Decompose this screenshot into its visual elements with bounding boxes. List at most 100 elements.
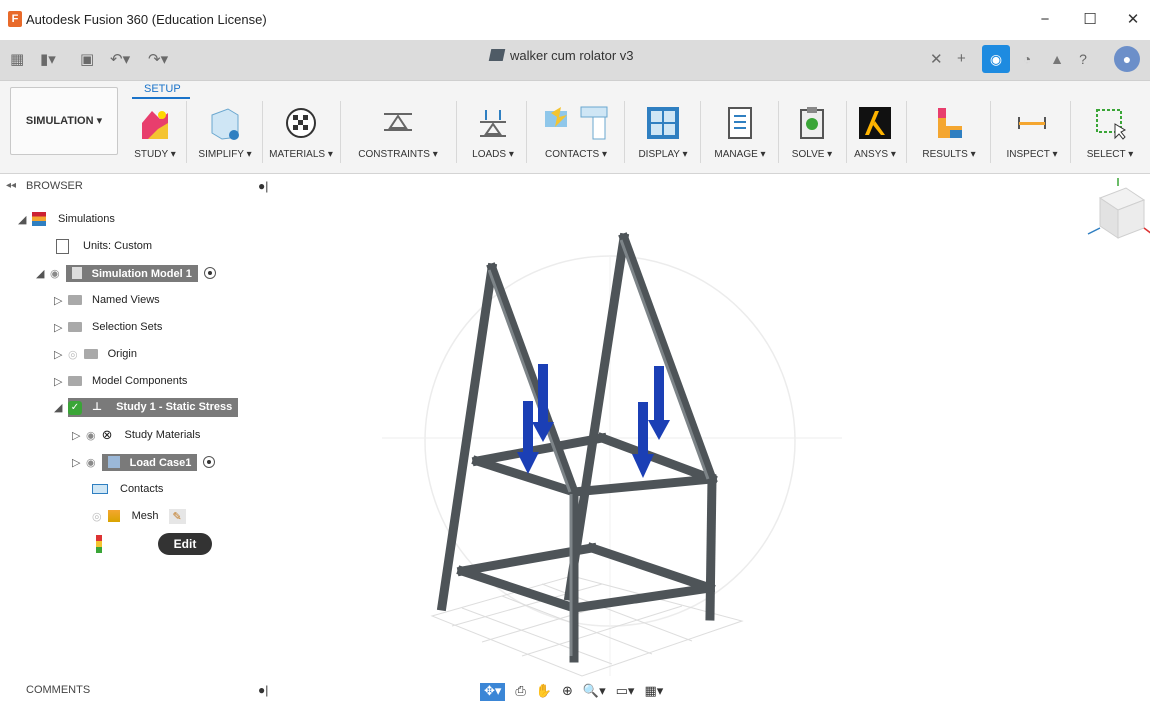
folder-icon (68, 295, 82, 305)
job-status-icon[interactable]: ◔ (1014, 46, 1040, 72)
ansys-icon (859, 107, 891, 139)
display-icon (647, 107, 679, 139)
constraints-icon (384, 113, 412, 131)
expand-triangle-icon[interactable]: ◢ (54, 401, 68, 414)
maximize-button[interactable]: ☐ (1075, 8, 1105, 32)
pan-icon[interactable]: ✋ (536, 683, 552, 701)
visibility-eye-icon[interactable]: ◉ (86, 456, 96, 469)
minimize-button[interactable]: − (1030, 8, 1060, 32)
activate-radio-icon[interactable] (203, 456, 216, 468)
design-file-icon (488, 49, 506, 61)
loads-tool[interactable]: LOADS ▾ (466, 101, 520, 160)
display-settings-icon[interactable]: ▭▾ (616, 683, 635, 701)
zoom-icon[interactable]: ⊕ (562, 683, 573, 701)
contacts-tool[interactable]: CONTACTS ▾ (536, 101, 616, 160)
manage-tool[interactable]: MANAGE ▾ (708, 101, 772, 160)
window-title: Autodesk Fusion 360 (Education License) (26, 12, 267, 27)
browser-title: BROWSER (26, 180, 83, 192)
activate-radio-icon[interactable] (203, 267, 216, 279)
tree-item-results[interactable] (96, 534, 102, 554)
contacts-icon (92, 484, 108, 494)
tree-item-named-views[interactable]: ▷ Named Views (54, 290, 160, 310)
3d-viewport[interactable] (282, 176, 1150, 704)
tree-item-contacts[interactable]: Contacts (92, 479, 163, 499)
file-menu-icon[interactable]: ▮▾ (40, 50, 56, 68)
results-legend-icon (96, 535, 102, 553)
collapse-browser-icon[interactable]: ◂◂ (6, 180, 16, 191)
expand-triangle-icon[interactable]: ◢ (18, 213, 32, 226)
edit-pencil-icon[interactable]: ✎ (168, 508, 186, 524)
comments-pin-icon[interactable]: ●| (258, 683, 268, 697)
constraints-tool[interactable]: CONSTRAINTS ▾ (348, 101, 448, 160)
offline-status-icon[interactable]: ◉ (982, 45, 1010, 73)
workspace-switcher[interactable]: SIMULATION ▾ (10, 87, 118, 155)
close-tab-icon[interactable]: ✕ (930, 50, 943, 68)
expand-triangle-icon[interactable]: ◢ (36, 267, 50, 280)
solve-tool[interactable]: SOLVE ▾ (784, 101, 840, 160)
tree-item-model-components[interactable]: ▷ Model Components (54, 371, 187, 391)
ribbon: SIMULATION ▾ SETUP STUDY ▾ SIMPLIFY ▾ MA… (0, 81, 1150, 174)
simplify-tool[interactable]: SIMPLIFY ▾ (196, 101, 254, 160)
study-icon (142, 111, 168, 139)
ansys-tool[interactable]: ANSYS ▾ (850, 101, 900, 160)
tree-item-units[interactable]: Units: Custom (56, 236, 152, 256)
load-case-icon (107, 455, 120, 468)
walker-frame (436, 232, 718, 663)
notifications-icon[interactable]: ▲ (1044, 46, 1070, 72)
grid-settings-icon[interactable]: ▦▾ (644, 683, 663, 701)
model-icon (71, 266, 82, 279)
solve-icon (800, 107, 824, 139)
visibility-eye-icon[interactable]: ◉ (50, 267, 60, 280)
expand-triangle-icon[interactable]: ▷ (54, 321, 68, 334)
tree-item-mesh[interactable]: ◎ Mesh ✎ (92, 506, 186, 526)
expand-triangle-icon[interactable]: ▷ (72, 429, 86, 442)
expand-triangle-icon[interactable]: ▷ (54, 294, 68, 307)
results-tool[interactable]: RESULTS ▾ (916, 101, 982, 160)
navigation-bar: ✥▾ ⎙ ✋ ⊕ 🔍▾ ▭▾ ▦▾ (480, 683, 663, 701)
title-bar: F Autodesk Fusion 360 (Education License… (0, 0, 1150, 40)
zoom-window-icon[interactable]: 🔍▾ (583, 683, 606, 701)
materials-icon: ⊗ (101, 427, 113, 442)
hidden-eye-icon[interactable]: ◎ (92, 510, 102, 523)
tree-item-study-1[interactable]: ◢ ✓ ⊥ Study 1 - Static Stress (54, 397, 239, 417)
display-tool[interactable]: DISPLAY ▾ (632, 101, 694, 160)
undo-icon[interactable]: ↶▾ (110, 50, 130, 68)
units-icon (56, 238, 69, 254)
folder-icon (68, 322, 82, 332)
document-tab[interactable]: walker cum rolator v3 (488, 48, 634, 63)
orbit-tool-icon[interactable]: ✥▾ (480, 683, 506, 701)
tree-item-study-materials[interactable]: ▷ ◉ ⊗ Study Materials (72, 425, 200, 445)
redo-icon[interactable]: ↷▾ (148, 50, 168, 68)
new-tab-icon[interactable]: + (957, 50, 966, 67)
materials-tool[interactable]: MATERIALS ▾ (268, 101, 334, 160)
tree-item-origin[interactable]: ▷ ◎ Origin (54, 344, 137, 364)
inspect-tool[interactable]: INSPECT ▾ (1000, 101, 1064, 160)
close-button[interactable]: ✕ (1118, 8, 1148, 32)
fusion-logo-icon: F (8, 11, 22, 27)
mesh-icon (107, 510, 120, 522)
help-icon[interactable]: ? (1070, 46, 1096, 72)
expand-triangle-icon[interactable]: ▷ (54, 348, 68, 361)
tree-item-simulations[interactable]: ◢ Simulations (18, 209, 115, 229)
user-avatar[interactable]: ● (1114, 46, 1140, 72)
browser-header[interactable]: ◂◂ BROWSER ●| (0, 176, 280, 196)
study-tool[interactable]: STUDY ▾ (132, 101, 178, 160)
tab-setup[interactable]: SETUP (144, 83, 181, 95)
tree-item-selection-sets[interactable]: ▷ Selection Sets (54, 317, 162, 337)
comments-panel[interactable]: COMMENTS ●| (0, 680, 280, 700)
tree-item-simulation-model[interactable]: ◢ ◉ Simulation Model 1 (36, 263, 216, 283)
look-at-icon[interactable]: ⎙ (515, 683, 525, 701)
browser-pin-icon[interactable]: ●| (258, 179, 268, 193)
hidden-eye-icon[interactable]: ◎ (68, 348, 78, 361)
save-icon[interactable]: ▣ (80, 50, 94, 68)
expand-triangle-icon[interactable]: ▷ (54, 375, 68, 388)
tree-item-load-case[interactable]: ▷ ◉ Load Case1 (72, 452, 216, 472)
static-stress-icon: ⊥ (92, 400, 103, 413)
expand-triangle-icon[interactable]: ▷ (72, 456, 86, 469)
visibility-eye-icon[interactable]: ◉ (86, 429, 96, 442)
view-cube[interactable] (1087, 178, 1150, 239)
select-tool[interactable]: SELECT ▾ (1078, 101, 1142, 160)
app-grid-icon[interactable]: ▦ (10, 50, 24, 68)
manage-icon (728, 107, 752, 139)
study-complete-check-icon: ✓ (68, 400, 82, 415)
